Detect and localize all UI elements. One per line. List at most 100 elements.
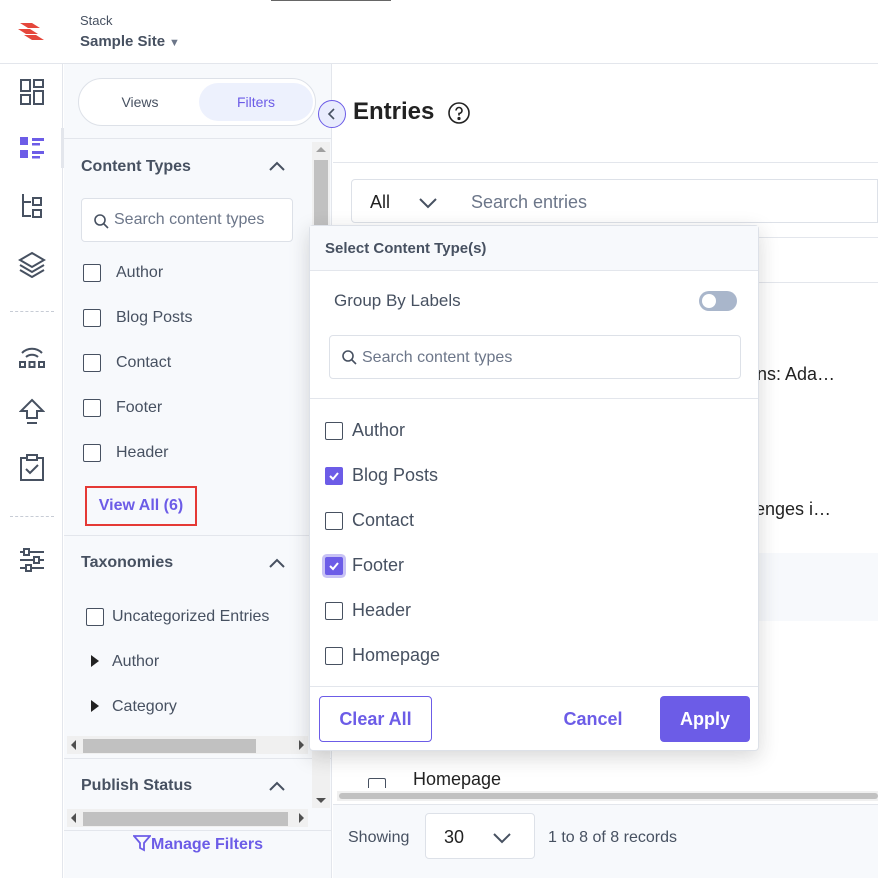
option-checkbox-contact[interactable] xyxy=(325,512,343,530)
checkbox-contact[interactable] xyxy=(83,354,101,372)
content-type-label: Contact xyxy=(116,354,172,371)
collapse-panel-button[interactable] xyxy=(318,100,346,128)
checkmark-icon xyxy=(329,472,339,481)
scrollbar-thumb[interactable] xyxy=(339,793,878,799)
expand-arrow-icon[interactable] xyxy=(91,700,99,712)
entry-title[interactable]: Homepage xyxy=(413,769,501,790)
option-checkbox-blog-posts[interactable] xyxy=(325,467,343,485)
scope-select[interactable]: All xyxy=(351,179,460,223)
option-label[interactable]: Homepage xyxy=(352,645,440,666)
entry-title-partial[interactable]: llenges i… xyxy=(747,499,831,520)
option-label[interactable]: Header xyxy=(352,600,411,621)
content-type-label: Blog Posts xyxy=(116,309,193,326)
clear-all-button[interactable]: Clear All xyxy=(319,696,432,742)
table-horizontal-scrollbar[interactable] xyxy=(337,791,878,801)
checkbox-author[interactable] xyxy=(83,264,101,282)
option-label[interactable]: Author xyxy=(352,420,405,441)
divider xyxy=(310,686,758,687)
scrollbar-thumb[interactable] xyxy=(83,812,288,826)
apply-button[interactable]: Apply xyxy=(660,696,750,742)
option-checkbox-author[interactable] xyxy=(325,422,343,440)
filter-panel: Views Filters Content Types Author Blog … xyxy=(64,64,332,878)
taxonomy-label[interactable]: Author xyxy=(112,653,159,671)
checkbox-uncategorized[interactable] xyxy=(86,608,104,626)
site-name: Sample Site xyxy=(80,33,166,50)
content-type-label: Author xyxy=(116,264,164,281)
option-checkbox-header[interactable] xyxy=(325,602,343,620)
option-label[interactable]: Footer xyxy=(352,555,404,576)
releases-icon[interactable] xyxy=(16,340,48,372)
scroll-right-icon[interactable] xyxy=(299,740,304,750)
content-type-label: Header xyxy=(116,444,169,461)
content-types-heading: Content Types xyxy=(81,158,191,175)
content-types-search-input[interactable] xyxy=(114,209,289,231)
scroll-right-icon[interactable] xyxy=(299,813,304,823)
dropdown-search-input[interactable] xyxy=(362,347,732,369)
tab-views[interactable]: Views xyxy=(83,83,197,121)
content-type-label: Footer xyxy=(116,399,163,416)
chevron-left-icon xyxy=(327,108,335,120)
checkbox-blog-posts[interactable] xyxy=(83,309,101,327)
deploy-icon[interactable] xyxy=(16,396,48,428)
taxonomy-label: Uncategorized Entries xyxy=(112,608,270,625)
scope-select-value: All xyxy=(370,192,391,212)
entries-icon[interactable] xyxy=(16,132,48,164)
content-types-search[interactable] xyxy=(81,198,293,242)
checkbox-header[interactable] xyxy=(83,444,101,462)
scroll-up-icon[interactable] xyxy=(316,147,326,152)
help-icon[interactable] xyxy=(447,101,471,125)
divider xyxy=(333,162,878,163)
entries-search[interactable] xyxy=(459,179,878,223)
page-size-select[interactable]: 30 xyxy=(425,813,535,859)
search-icon xyxy=(94,214,109,229)
records-count: 1 to 8 of 8 records xyxy=(548,829,677,846)
option-label[interactable]: Contact xyxy=(352,510,414,531)
dropdown-title: Select Content Type(s) xyxy=(325,240,487,257)
chevron-down-icon xyxy=(493,833,511,844)
page-size-value: 30 xyxy=(444,827,465,847)
scroll-down-icon[interactable] xyxy=(316,798,326,803)
chevron-up-icon[interactable] xyxy=(268,160,286,172)
dashboard-icon[interactable] xyxy=(16,76,48,108)
content-type-dropdown: Select Content Type(s) Group By Labels A… xyxy=(309,225,759,751)
views-filters-toggle: Views Filters xyxy=(78,78,316,126)
group-by-labels-toggle[interactable] xyxy=(699,291,737,311)
group-by-labels-label: Group By Labels xyxy=(334,291,461,310)
manage-filters-button[interactable]: Manage Filters xyxy=(64,834,331,854)
checkbox-footer[interactable] xyxy=(83,399,101,417)
expand-arrow-icon[interactable] xyxy=(91,655,99,667)
settings-sliders-icon[interactable] xyxy=(16,544,48,576)
toggle-knob xyxy=(702,294,716,308)
divider xyxy=(64,830,331,831)
row-checkbox[interactable] xyxy=(368,778,386,788)
view-all-button[interactable]: View All (6) xyxy=(85,486,197,526)
taxonomy-label[interactable]: Category xyxy=(112,698,177,716)
scroll-left-icon[interactable] xyxy=(71,813,76,823)
divider xyxy=(64,535,331,536)
rail-divider xyxy=(10,516,54,517)
search-icon xyxy=(342,350,357,365)
horizontal-scrollbar[interactable] xyxy=(67,809,308,827)
tasks-icon[interactable] xyxy=(16,452,48,484)
entry-title-partial[interactable]: ons: Ada… xyxy=(747,364,835,385)
entries-search-input[interactable] xyxy=(471,190,871,214)
dropdown-search[interactable] xyxy=(329,335,741,379)
contentstack-logo-icon[interactable] xyxy=(16,18,46,44)
option-label[interactable]: Blog Posts xyxy=(352,465,438,486)
left-nav-rail xyxy=(0,64,64,878)
scrollbar-thumb[interactable] xyxy=(83,739,256,753)
option-checkbox-footer[interactable] xyxy=(325,557,343,575)
top-bar: Stack Sample Site ▼ xyxy=(0,0,878,64)
publish-status-heading: Publish Status xyxy=(81,777,193,794)
cancel-button[interactable]: Cancel xyxy=(550,696,636,742)
content-models-icon[interactable] xyxy=(16,190,48,222)
horizontal-scrollbar[interactable] xyxy=(67,736,308,754)
page-title: Entries xyxy=(353,98,435,125)
assets-icon[interactable] xyxy=(16,248,48,280)
tab-filters[interactable]: Filters xyxy=(199,83,313,121)
chevron-up-icon[interactable] xyxy=(268,780,286,792)
site-switcher[interactable]: Sample Site ▼ xyxy=(80,33,180,50)
scroll-left-icon[interactable] xyxy=(71,740,76,750)
chevron-up-icon[interactable] xyxy=(268,557,286,569)
option-checkbox-homepage[interactable] xyxy=(325,647,343,665)
